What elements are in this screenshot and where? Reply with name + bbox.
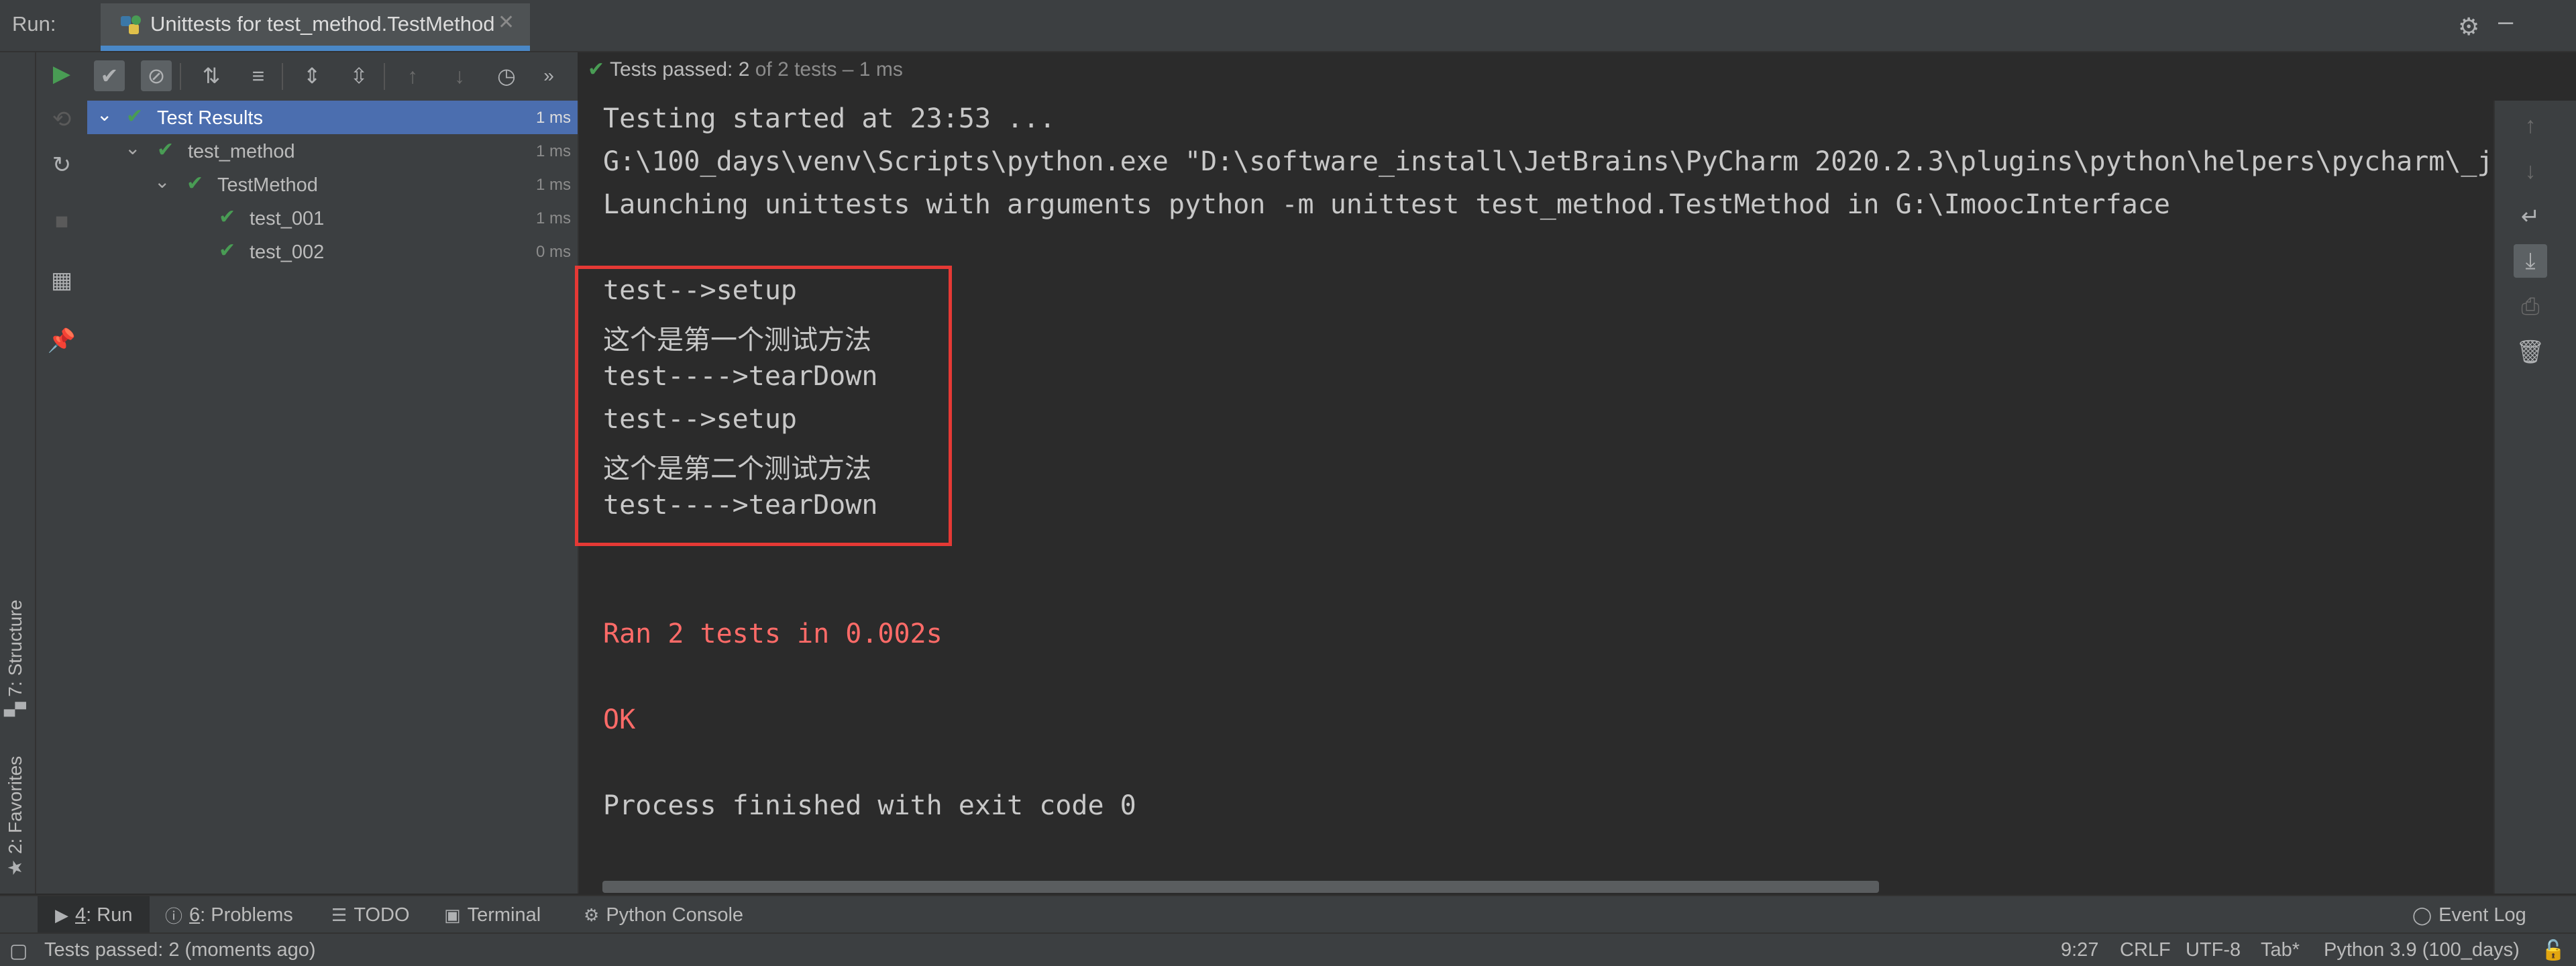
print-icon[interactable]: ⎙ bbox=[2514, 290, 2547, 323]
rerun-icon[interactable]: ▶ bbox=[48, 60, 75, 87]
test-history-icon[interactable]: ◷ bbox=[491, 60, 522, 91]
left-tool-stripe: ▚ 7: Structure ★ 2: Favorites bbox=[0, 52, 36, 894]
speech-bubble-icon: ◯ bbox=[2412, 904, 2432, 925]
tab-terminal[interactable]: ▣ Terminal bbox=[444, 896, 541, 934]
star-icon: ★ bbox=[5, 854, 25, 876]
tab-problems[interactable]: ⓘ 6: Problems bbox=[165, 896, 293, 934]
console-line: Testing started at 23:53 ... bbox=[603, 103, 1056, 134]
console-line: Launching unittests with arguments pytho… bbox=[603, 189, 2170, 220]
passed-check-icon: ✔ bbox=[126, 105, 144, 127]
toggle-auto-test-icon[interactable]: ↻ bbox=[48, 152, 75, 178]
status-message[interactable]: Tests passed: 2 (moments ago) bbox=[44, 939, 316, 961]
passed-check-icon: ✔ bbox=[157, 139, 174, 161]
run-tab-label[interactable]: Unittests for test_method.TestMethod bbox=[150, 12, 494, 36]
chevron-down-icon[interactable]: ⌄ bbox=[125, 137, 140, 159]
stop-icon[interactable]: ■ bbox=[48, 208, 75, 235]
console-line: Process finished with exit code 0 bbox=[603, 790, 1136, 821]
terminal-icon: ▣ bbox=[444, 904, 461, 925]
sort-by-duration-icon[interactable]: ≡ bbox=[243, 60, 274, 91]
python-icon: ⚙ bbox=[584, 904, 600, 925]
rerun-failed-icon[interactable]: ⟲ bbox=[48, 106, 75, 133]
minimize-icon[interactable]: – bbox=[2498, 7, 2513, 37]
tree-row-testmethod-class[interactable]: ⌄ ✔ TestMethod 1 ms bbox=[87, 168, 578, 201]
tab-run[interactable]: ▶ 4: Run bbox=[38, 896, 150, 934]
passed-check-icon: ✔ bbox=[219, 239, 236, 262]
passed-check-icon: ✔ bbox=[186, 172, 204, 195]
test-results-tree: ⌄ ✔ Test Results 1 ms ⌄ ✔ test_method 1 … bbox=[87, 101, 579, 894]
passed-check-icon: ✔ bbox=[219, 206, 236, 228]
trash-icon[interactable]: 🗑 bbox=[2514, 335, 2547, 369]
favorites-tab[interactable]: ★ 2: Favorites bbox=[4, 756, 26, 876]
python-test-icon bbox=[121, 15, 141, 34]
gear-icon[interactable]: ⚙ bbox=[2458, 13, 2479, 41]
tab-python-console[interactable]: ⚙ Python Console bbox=[584, 896, 743, 934]
tab-event-log[interactable]: ◯ Event Log bbox=[2412, 896, 2526, 934]
tree-row-test-method[interactable]: ⌄ ✔ test_method 1 ms bbox=[87, 134, 578, 168]
collapse-all-icon[interactable]: ⇳ bbox=[343, 60, 374, 91]
chevron-down-icon[interactable]: ⌄ bbox=[154, 170, 170, 193]
highlight-annotation-box bbox=[575, 266, 952, 546]
caret-position[interactable]: 9:27 bbox=[2061, 939, 2098, 961]
tree-row-test-results[interactable]: ⌄ ✔ Test Results 1 ms bbox=[87, 101, 578, 134]
toolbar-divider bbox=[384, 63, 385, 90]
scroll-to-end-icon[interactable]: ⤓ bbox=[2514, 244, 2547, 278]
panel-toggle-icon[interactable]: ▢ bbox=[9, 939, 28, 963]
list-icon: ☰ bbox=[331, 904, 347, 925]
console-toolbar: ↑ ↓ ↵ ⤓ ⎙ 🗑 bbox=[2493, 101, 2576, 894]
more-icon[interactable]: » bbox=[535, 60, 562, 91]
tool-window-bar: ▶ 4: Run ⓘ 6: Problems ☰ TODO ▣ Terminal… bbox=[0, 895, 2576, 934]
run-label: Run: bbox=[12, 12, 56, 36]
lock-icon[interactable]: 🔓 bbox=[2541, 939, 2565, 962]
soft-wrap-icon[interactable]: ↵ bbox=[2514, 200, 2547, 233]
python-interpreter[interactable]: Python 3.9 (100_days) bbox=[2324, 939, 2520, 961]
show-passed-icon[interactable]: ✔ bbox=[94, 60, 125, 91]
next-failed-icon[interactable]: ↓ bbox=[444, 60, 475, 91]
play-icon: ▶ bbox=[55, 904, 68, 925]
horizontal-scrollbar[interactable] bbox=[602, 881, 1879, 893]
info-icon: ⓘ bbox=[165, 906, 183, 926]
up-arrow-icon[interactable]: ↑ bbox=[2514, 109, 2547, 142]
console-line: OK bbox=[603, 704, 636, 735]
chevron-down-icon[interactable]: ⌄ bbox=[97, 103, 112, 125]
test-runner-toolbar: ✔ ⊘ ⇅ ≡ ⇕ ⇳ ↑ ↓ ◷ » bbox=[87, 52, 578, 101]
console-line: G:\100_days\venv\Scripts\python.exe "D:\… bbox=[603, 146, 2493, 177]
close-icon[interactable]: ✕ bbox=[498, 11, 515, 34]
run-actions-toolbar: ▶ ⟲ ↻ ■ ▦ 📌 bbox=[36, 52, 89, 894]
pin-icon[interactable]: 📌 bbox=[48, 327, 76, 354]
file-encoding[interactable]: UTF-8 bbox=[2186, 939, 2241, 961]
toolbar-divider bbox=[282, 63, 283, 90]
structure-icon: ▚ bbox=[5, 696, 25, 716]
indent-setting[interactable]: Tab* bbox=[2261, 939, 2300, 961]
layout-icon[interactable]: ▦ bbox=[48, 267, 75, 294]
toolbar-divider bbox=[180, 63, 181, 90]
test-status-summary: ✔ Tests passed: 2 of 2 tests – 1 ms bbox=[588, 58, 903, 80]
show-ignored-icon[interactable]: ⊘ bbox=[141, 60, 172, 91]
sort-alphabetically-icon[interactable]: ⇅ bbox=[196, 60, 227, 91]
line-separator[interactable]: CRLF bbox=[2120, 939, 2171, 961]
active-tab-underline bbox=[101, 46, 530, 51]
tree-row-test-002[interactable]: ✔ test_002 0 ms bbox=[87, 235, 578, 268]
down-arrow-icon[interactable]: ↓ bbox=[2514, 154, 2547, 188]
check-icon: ✔ bbox=[588, 58, 610, 80]
status-bar: ▢ Tests passed: 2 (moments ago) 9:27 CRL… bbox=[0, 932, 2576, 966]
expand-all-icon[interactable]: ⇕ bbox=[297, 60, 327, 91]
console-line: Ran 2 tests in 0.002s bbox=[603, 619, 943, 649]
structure-tab[interactable]: ▚ 7: Structure bbox=[4, 600, 26, 716]
previous-failed-icon[interactable]: ↑ bbox=[397, 60, 428, 91]
tree-row-test-001[interactable]: ✔ test_001 1 ms bbox=[87, 201, 578, 235]
tab-todo[interactable]: ☰ TODO bbox=[331, 896, 410, 934]
